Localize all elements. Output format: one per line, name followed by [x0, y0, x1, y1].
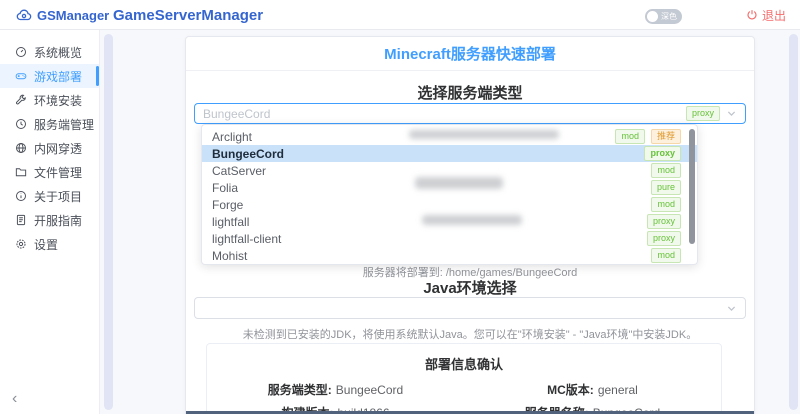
dropdown-scrollbar-thumb[interactable] — [689, 129, 695, 244]
server-type-dropdown: Arclight mod 推荐 BungeeCord proxy CatServ… — [201, 124, 698, 265]
confirm-grid: 服务端类型: BungeeCord MC版本: general 构建版本: build… — [207, 381, 721, 414]
clock-icon — [15, 118, 27, 130]
java-heading: Java环境选择 — [423, 280, 517, 297]
selected-type-tag: proxy — [685, 106, 720, 121]
option-tag: proxy — [644, 146, 681, 161]
dropdown-option-bungeecord[interactable]: BungeeCord proxy — [202, 145, 697, 162]
java-select[interactable] — [194, 297, 746, 319]
option-tag: proxy — [646, 214, 681, 229]
option-tag: pure — [650, 180, 681, 195]
gamepad-icon — [15, 70, 27, 82]
logout-button[interactable]: 退出 — [746, 0, 786, 30]
logo-text: GSManager — [37, 7, 110, 23]
sidebar-item-label: 环境安装 — [34, 93, 83, 108]
server-type-select[interactable]: BungeeCord proxy — [194, 103, 746, 124]
sidebar-item-overview[interactable]: 系统概览 — [0, 40, 99, 64]
sidebar-item-about[interactable]: 关于项目 — [0, 184, 99, 208]
page-scrollbar[interactable] — [789, 34, 798, 410]
confirm-heading: 部署信息确认 — [424, 357, 503, 372]
dropdown-option-forge[interactable]: Forge mod — [202, 196, 697, 213]
sidebar-item-label: 设置 — [34, 237, 59, 252]
sidebar-item-label: 服务端管理 — [34, 117, 95, 132]
dashboard-icon — [15, 46, 27, 58]
option-tag: mod — [651, 163, 681, 178]
sidebar-item-env-install[interactable]: 环境安装 — [0, 88, 99, 112]
sidebar-item-label: 游戏部署 — [34, 69, 83, 84]
main-content: Minecraft服务器快速部署 选择服务端类型 BungeeCord prox… — [100, 30, 800, 414]
sidebar-item-guide[interactable]: 开服指南 — [0, 208, 99, 232]
info-icon — [15, 190, 27, 202]
sidebar-item-file-manage[interactable]: 文件管理 — [0, 160, 99, 184]
recommended-tag: 推荐 — [650, 129, 681, 144]
option-tag: mod — [651, 248, 681, 263]
sidebar-item-server-manage[interactable]: 服务端管理 — [0, 112, 99, 136]
toggle-label: 深色 — [661, 12, 677, 21]
toggle-knob — [647, 11, 658, 22]
app-window: GSManager GameServerManager 深色 退出 系统概览 游… — [0, 0, 800, 414]
page-title: Minecraft服务器快速部署 — [186, 37, 754, 71]
sidebar-item-label: 开服指南 — [34, 213, 83, 228]
sidebar-scrollbar[interactable] — [104, 34, 113, 410]
cloud-logo-icon — [16, 7, 32, 23]
theme-toggle[interactable]: 深色 — [645, 9, 682, 24]
dropdown-option-lightfall-client[interactable]: lightfall-client proxy — [202, 230, 697, 247]
option-tag: mod — [615, 129, 645, 144]
server-type-heading: 选择服务端类型 — [417, 85, 523, 102]
chevron-down-icon — [726, 303, 737, 314]
document-icon — [15, 214, 27, 226]
dropdown-option-mohist[interactable]: Mohist mod — [202, 247, 697, 264]
sidebar: 系统概览 游戏部署 环境安装 服务端管理 内网穿透 文件管理 关于项目 开服指南… — [0, 30, 100, 414]
sidebar-item-label: 系统概览 — [34, 45, 83, 60]
option-tag: proxy — [646, 231, 681, 246]
sidebar-item-label: 内网穿透 — [34, 141, 83, 156]
sidebar-menu: 系统概览 游戏部署 环境安装 服务端管理 内网穿透 文件管理 关于项目 开服指南… — [0, 30, 99, 256]
logout-icon — [746, 9, 758, 21]
sidebar-collapse-button[interactable]: ‹ — [12, 390, 17, 408]
deploy-confirm-panel: 部署信息确认 服务端类型: BungeeCord MC版本: general 构建版… — [206, 343, 722, 414]
deploy-card: Minecraft服务器快速部署 选择服务端类型 BungeeCord prox… — [185, 36, 755, 414]
app-title: GameServerManager — [113, 6, 264, 24]
brand-logo[interactable]: GSManager — [16, 0, 109, 30]
confirm-field-mc-version: MC版本: general — [547, 383, 638, 397]
wrench-icon — [15, 94, 27, 106]
chevron-down-icon — [726, 108, 737, 119]
folder-icon — [15, 166, 27, 178]
sidebar-item-game-deploy[interactable]: 游戏部署 — [0, 64, 99, 88]
sidebar-item-intranet-tunnel[interactable]: 内网穿透 — [0, 136, 99, 160]
sidebar-item-label: 文件管理 — [34, 165, 83, 180]
top-header: GSManager GameServerManager 深色 退出 — [0, 0, 800, 30]
gear-icon — [15, 238, 27, 250]
option-tag: mod — [651, 197, 681, 212]
blur-redaction — [415, 177, 503, 189]
server-type-select-value: BungeeCord — [203, 106, 271, 121]
sidebar-item-settings[interactable]: 设置 — [0, 232, 99, 256]
confirm-field-server-type: 服务端类型: BungeeCord — [267, 383, 404, 397]
blur-redaction — [422, 215, 522, 225]
logout-label: 退出 — [761, 8, 786, 23]
blur-redaction — [409, 130, 559, 139]
globe-icon — [15, 142, 27, 154]
jdk-hint: 未检测到已安装的JDK，将使用系统默认Java。您可以在"环境安装" - "Ja… — [242, 329, 698, 341]
sidebar-item-label: 关于项目 — [34, 189, 83, 204]
